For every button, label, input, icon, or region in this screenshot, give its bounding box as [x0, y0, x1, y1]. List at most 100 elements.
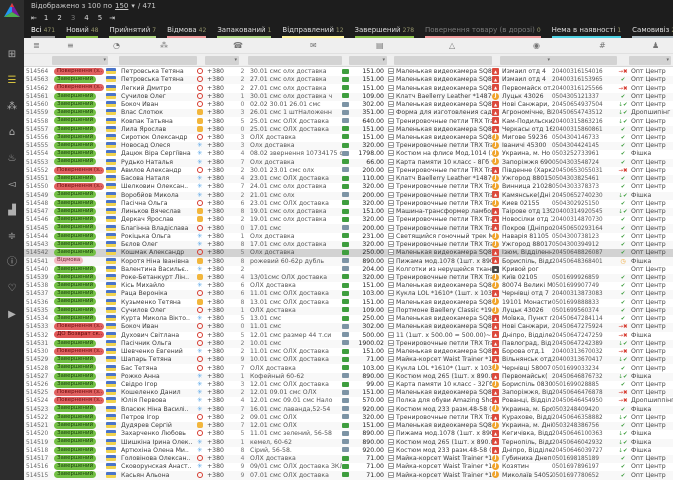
filter-city[interactable]: ▾: [500, 56, 552, 65]
table-row[interactable]: 514564 Повернення (з.. Петровська Тетяна +3…: [24, 68, 673, 77]
filter-product[interactable]: [394, 56, 492, 65]
table-row[interactable]: 514531 Завершений Пасічник Ольга +380 2 10.01…: [24, 339, 673, 348]
table-row[interactable]: 514539 Завершений Роке-Бетанкурт Лін.. +380…: [24, 273, 673, 283]
first-page-button[interactable]: ⇤: [31, 14, 37, 22]
table-row[interactable]: 514522 Завершений Петров Ігор +380 2 09.01 см…: [24, 413, 673, 423]
table-row[interactable]: 514553 Завершений Рудько Наталья ✳ +380 7 Олх …: [24, 158, 673, 167]
phone-icon[interactable]: ☎: [233, 41, 243, 50]
client-icon[interactable]: ⁂: [160, 41, 168, 50]
call-status-icon[interactable]: ◔: [113, 41, 120, 50]
table-row[interactable]: 514559 Завершений Влас Слотюк +380 3 26.01 см…: [24, 109, 673, 118]
last-page-button[interactable]: ⇥: [109, 14, 115, 22]
table-row[interactable]: 514561 Завершений Сучилов Олег +380 1 30.01 с…: [24, 92, 673, 101]
table-row[interactable]: 514515 Завершений Касьян Альона +380 9 07.01 …: [24, 471, 673, 480]
table-row[interactable]: 514562 Повернення (з.. Легкий Дмитро +380 2 2…: [24, 84, 673, 93]
tab-Самовивіз[interactable]: Самовивіз2: [632, 26, 673, 38]
table-row[interactable]: 514538 Завершений Кісь Михайло ✳ +380 6 ОЛХ до…: [24, 281, 673, 291]
filter-channel[interactable]: ▾: [629, 56, 671, 65]
location-icon[interactable]: ◉: [533, 41, 540, 50]
table-row[interactable]: 514527 Завершений Рожко Анна ✳ +380 1 Кофейный…: [24, 372, 673, 381]
tab-Завершений[interactable]: Завершений 278: [354, 26, 415, 38]
table-row[interactable]: 514548 Завершений Пасічна Ольга +380 6 23.01 …: [24, 199, 673, 208]
table-row[interactable]: 514528 Завершений Бас Тетяна +380 7 ОЛХ доста…: [24, 364, 673, 373]
chevron-down-icon[interactable]: ▾: [131, 2, 135, 10]
status-icon[interactable]: ≡: [67, 41, 74, 50]
table-row[interactable]: 514523 Завершений Власюк Ніна Василі.. ✳ +38…: [24, 405, 673, 414]
rows-icon[interactable]: ≣: [33, 41, 40, 50]
ttn-icon[interactable]: #: [599, 41, 606, 50]
table-row[interactable]: 514526 Завершений Свідро Ігор ✳ +380 3 12.01 с…: [24, 380, 673, 390]
table-row[interactable]: 514536 Завершений Кузьменко Тетяна +380 8 13.…: [24, 298, 673, 307]
payment-icon[interactable]: ▤: [376, 41, 384, 50]
table-row[interactable]: 514560 Завершений Бокоч Иван +380 0 02.02 30.…: [24, 100, 673, 110]
stats-icon[interactable]: ▟: [0, 200, 24, 226]
table-row[interactable]: 514532 ДО Возврат ск.. Духович Світлана +38…: [24, 331, 673, 340]
table-row[interactable]: 514544 Завершений Рокіцька Ольга ✳ +380 1 Олх …: [24, 232, 673, 241]
table-row[interactable]: 514520 Завершений Захарченко Любовь +380 5 11…: [24, 430, 673, 439]
filter-comment[interactable]: [248, 56, 342, 65]
page-button[interactable]: 2: [57, 14, 61, 22]
table-row[interactable]: 514555 Завершений Новосад Олеся ✳ +380 3 Олх д…: [24, 141, 673, 151]
table-row[interactable]: 514556 Завершений Сиротюк Олександр +380 3 ОЛ…: [24, 133, 673, 143]
table-row[interactable]: 514530 Повернення (з.. Шевченко Евгений ✳ +3…: [24, 347, 673, 357]
tab-Відправлений[interactable]: Відправлений 12: [282, 26, 344, 38]
table-row[interactable]: 514546 Завершений Деркач Ярослав +380 2 19.01…: [24, 216, 673, 225]
dashboard-icon[interactable]: ⊞: [0, 44, 24, 70]
table-row[interactable]: 514533 Повернення (з.. Бокоч Иван +380 0 11.0…: [24, 323, 673, 332]
tab-Новий[interactable]: Новий 48: [66, 26, 99, 38]
tab-Відмова[interactable]: Відмова 42: [167, 26, 207, 38]
table-row[interactable]: 514524 Повернення (з.. Юлія Первова ✳ +380 4 1…: [24, 397, 673, 406]
filter-price[interactable]: ▾: [349, 56, 387, 65]
tab-Прийнятий[interactable]: Прийнятий 7: [109, 26, 157, 38]
info-icon[interactable]: ⓘ: [0, 252, 24, 278]
support-icon[interactable]: ♡: [0, 278, 24, 304]
filter-name[interactable]: [119, 56, 197, 65]
table-row[interactable]: 514558 Завершений Ковпак Татьяна +380 5 25.01…: [24, 117, 673, 126]
table-row[interactable]: 514551 Завершений Басова Наталя ✳ +380 4 23.01…: [24, 174, 673, 184]
manager-icon[interactable]: ♟: [652, 41, 659, 50]
table-row[interactable]: 514537 Завершений Раца Вероніка +380 6 11.01 …: [24, 290, 673, 299]
table-row[interactable]: 514516 Завершений Сковорунская Анаст.. ✳ +38…: [24, 463, 673, 472]
table-row[interactable]: 514521 Завершений Дудярев Сергій +380 7 12.01…: [24, 421, 673, 431]
comment-icon[interactable]: ✉: [310, 41, 317, 50]
table-row[interactable]: 514541 Відмова Коротя Ніна Іванівна +380 8 ро…: [24, 257, 673, 266]
product-icon[interactable]: △: [449, 41, 455, 50]
table-row[interactable]: 514557 Завершений Лила Ярослав +380 0 25.01 с…: [24, 125, 673, 134]
table-row[interactable]: 514535 Завершений Сучилов Олег +380 1 ОЛХ дос…: [24, 306, 673, 316]
table-row[interactable]: 514543 Завершений Бєлов Олег ✳ +380 8 17.01 см…: [24, 240, 673, 250]
table-row[interactable]: 514518 Завершений Артюхіна Олена Ми.. ✳ +380…: [24, 446, 673, 456]
table-row[interactable]: 514517 Завершений Головінова Олексан.. +380…: [24, 454, 673, 464]
app-logo[interactable]: [3, 3, 21, 18]
tab-Всі[interactable]: Всі 471: [31, 26, 56, 38]
filter-phone[interactable]: ▾: [205, 56, 239, 65]
tab-Повернення товару (в дорозі)[interactable]: Повернення товару (в дорозі) 0: [425, 26, 541, 38]
filter-ttn[interactable]: [550, 56, 617, 65]
table-row[interactable]: 514554 Завершений Дацюк Віра Сергіївна ✳ +38…: [24, 150, 673, 159]
table-row[interactable]: 514550 Повернення (з.. Шелковин Олексан.. ✳…: [24, 183, 673, 192]
tab-Запакований[interactable]: Запакований 1: [217, 26, 272, 38]
page-button[interactable]: 1: [44, 14, 48, 22]
settings-icon[interactable]: ≑: [0, 226, 24, 252]
page-button[interactable]: 4: [84, 14, 88, 22]
shop-icon[interactable]: ⌂: [0, 122, 24, 148]
filter-status[interactable]: ▾: [52, 56, 108, 65]
table-row[interactable]: 514525 Повернення (з.. Кошеленко Данил ✳ +38…: [24, 389, 673, 398]
per-page-select[interactable]: 150: [115, 2, 128, 10]
table-row[interactable]: 514549 Завершений Воробйов Микола ✳ +380 2 21.…: [24, 191, 673, 200]
table-row[interactable]: 514534 Завершений Курта Микола Вікто.. ✳ +38…: [24, 314, 673, 324]
table-row[interactable]: 514519 Завершений Шишкіна Ірина Олек.. ✳ +38…: [24, 438, 673, 447]
tab-Нема в наявності[interactable]: Нема в наявності 1: [551, 26, 622, 38]
table-row[interactable]: 514563 Завершений Петровська Тетяна +380 2 27…: [24, 76, 673, 85]
table-row[interactable]: 514552 Повернення (з.. Авилов Александр +38…: [24, 166, 673, 176]
table-row[interactable]: 514547 Завершений Линьков Вячеслав +380 8 19.…: [24, 207, 673, 217]
table-row[interactable]: 514540 Завершений Валентина Васильє.. ✳ +380…: [24, 265, 673, 274]
table-row[interactable]: 514542 Завершений Кошмак Александр +380 5 Олх…: [24, 249, 673, 258]
table-row[interactable]: 514545 Завершений Благінна Владіслава +380 0…: [24, 224, 673, 233]
megaphone-icon[interactable]: ◅: [0, 174, 24, 200]
table-row[interactable]: 514529 Завершений Шапарь Тетяна +380 9 10.01 …: [24, 356, 673, 365]
video-icon[interactable]: ▶: [0, 304, 24, 330]
piggy-bank-icon[interactable]: ♨: [0, 148, 24, 174]
page-button[interactable]: 5: [98, 14, 102, 22]
orders-icon[interactable]: ☰: [0, 70, 24, 96]
page-button[interactable]: 3: [71, 14, 75, 22]
